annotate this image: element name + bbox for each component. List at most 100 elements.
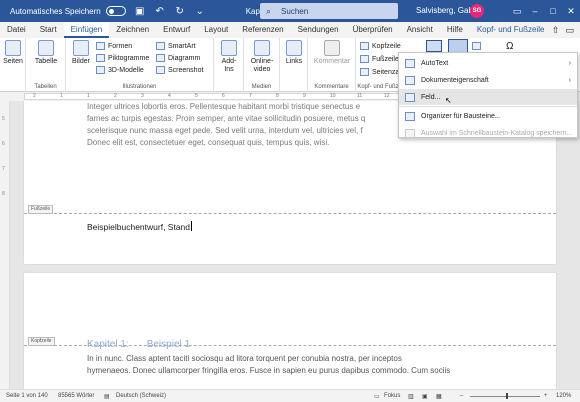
ribbon-tabs: Datei Start Einfügen Zeichnen Entwurf Layout R…	[0, 22, 580, 38]
ruler-number: 8	[2, 191, 5, 197]
zoom-slider[interactable]	[470, 396, 540, 397]
menu-item-label: Dokumenteigenschaft	[421, 76, 489, 84]
proofing-icon[interactable]: ▤	[104, 393, 110, 400]
menu-item-4[interactable]: Organizer für Bausteine...	[399, 108, 577, 124]
tab-referenzen[interactable]: Referenzen	[235, 22, 290, 38]
screenshot-button[interactable]: Screenshot	[156, 65, 203, 75]
search-icon: ⌕	[266, 5, 272, 16]
zoom-slider-thumb[interactable]	[506, 393, 508, 399]
bilder-button[interactable]: Bilder	[70, 40, 92, 66]
focus-icon[interactable]: ▭	[374, 393, 380, 400]
formen-button[interactable]: Formen	[96, 41, 132, 51]
addins-button[interactable]: Add-Ins	[218, 40, 240, 74]
maximize-icon[interactable]: □	[544, 2, 562, 20]
tab-start[interactable]: Start	[33, 22, 64, 38]
minimize-icon[interactable]: –	[526, 2, 544, 20]
menu-item-label: Auswahl im Schnellbaustein-Katalog speic…	[421, 129, 573, 137]
kopfzeile-button[interactable]: Kopfzeile	[360, 41, 401, 51]
menu-separator	[399, 106, 577, 107]
page-2[interactable]: Kopfzeile Kapitel 1: Beispiel 1 In in nun…	[24, 273, 556, 389]
redo-icon[interactable]: ↻	[174, 6, 186, 17]
ruler-number: 4	[168, 93, 171, 99]
customize-qat-icon[interactable]: ⌄	[194, 6, 206, 17]
read-mode-icon[interactable]: ▥	[408, 393, 414, 400]
chevron-right-icon: ›	[568, 59, 571, 67]
group-seiten: Seiten	[0, 38, 26, 92]
tabelle-button[interactable]: Tabelle	[32, 40, 60, 66]
group-illustrationen: Bilder Formen Piktogramme 3D-Modelle Sma…	[66, 38, 214, 92]
wordart-icon[interactable]	[472, 41, 484, 51]
tab-entwurf[interactable]: Entwurf	[156, 22, 197, 38]
tab-hilfe[interactable]: Hilfe	[440, 22, 470, 38]
symbol-icon[interactable]: Ω	[506, 41, 513, 52]
undo-icon[interactable]: ↶	[154, 6, 166, 17]
tab-ansicht[interactable]: Ansicht	[400, 22, 440, 38]
vertical-ruler[interactable]: 5 6 7 8	[0, 101, 10, 389]
text-line[interactable]: In in nunc. Class aptent taciti sociosqu…	[87, 353, 487, 365]
language[interactable]: Deutsch (Schweiz)	[116, 393, 166, 399]
ruler-number: 6	[222, 93, 225, 99]
schnellbausteine-menu: AutoText › Dokumenteigenschaft › Feld... Orga…	[398, 52, 578, 138]
zoom-in-icon[interactable]: +	[544, 393, 548, 399]
tab-kopf-und-fußzeile[interactable]: Kopf- und Fußzeile	[470, 22, 552, 38]
footer-text[interactable]: Beispielbuchentwurf, Stand	[87, 221, 193, 232]
ruler-number: 5	[2, 116, 5, 122]
text-line[interactable]: hymenaeos. Donec ullamcorper fringilla e…	[87, 365, 487, 377]
mouse-pointer-icon: ↖	[445, 96, 452, 105]
focus-label[interactable]: Fokus	[384, 393, 400, 399]
smartart-button[interactable]: SmartArt	[156, 41, 196, 51]
tab-row-icons: ⇧ ▭	[552, 25, 574, 36]
tab-einfügen[interactable]: Einfügen	[63, 22, 110, 38]
menu-item-icon	[405, 75, 415, 85]
ruler-number: 2	[114, 93, 117, 99]
autosave-toggle[interactable]	[105, 6, 126, 16]
textfeld-icon[interactable]	[426, 40, 442, 52]
save-icon[interactable]: ▣	[134, 6, 146, 17]
menu-item-3[interactable]: Feld...	[399, 89, 577, 105]
share-icon[interactable]: ⇧	[552, 25, 560, 36]
tab-datei[interactable]: Datei	[0, 22, 33, 38]
menu-item-5[interactable]: Auswahl im Schnellbaustein-Katalog speic…	[399, 125, 577, 141]
ruler-number: 5	[195, 93, 198, 99]
close-icon[interactable]: ✕	[562, 2, 580, 20]
web-layout-icon[interactable]: ▦	[436, 393, 442, 400]
user-name[interactable]: Salvisberg, Gaby	[416, 6, 477, 15]
tab-zeichnen[interactable]: Zeichnen	[109, 22, 156, 38]
search-box[interactable]: ⌕ Suchen	[260, 3, 398, 19]
menu-item-icon	[405, 92, 415, 102]
piktogramme-button[interactable]: Piktogramme	[96, 53, 149, 63]
menu-item-2[interactable]: Dokumenteigenschaft ›	[399, 72, 577, 88]
kommentar-button[interactable]: Kommentar	[312, 40, 352, 66]
seiten-button[interactable]: Seiten	[3, 40, 23, 66]
avatar[interactable]: SG	[470, 4, 484, 18]
chapter-heading[interactable]: Kapitel 1: Beispiel 1	[87, 339, 208, 350]
group-medien: Online-video Medien	[244, 38, 280, 92]
ribbon-display-icon[interactable]: ▭	[508, 2, 526, 20]
group-kommentare: Kommentar Kommentare	[308, 38, 356, 92]
zoom-level[interactable]: 120%	[556, 393, 571, 399]
comments-icon[interactable]: ▭	[565, 25, 574, 36]
page2-body[interactable]: In in nunc. Class aptent taciti sociosqu…	[87, 353, 487, 377]
word-count[interactable]: 85565 Wörter	[58, 393, 94, 399]
onlinevideo-button[interactable]: Online-video	[248, 40, 276, 74]
3d-modelle-button[interactable]: 3D-Modelle	[96, 65, 144, 75]
menu-item-icon	[405, 111, 415, 121]
links-button[interactable]: Links	[284, 40, 304, 66]
schnellbausteine-icon[interactable]	[448, 39, 468, 53]
fusszeile-button[interactable]: Fußzeile	[360, 54, 399, 64]
diagramm-button[interactable]: Diagramm	[156, 53, 200, 63]
zoom-out-icon[interactable]: –	[460, 393, 463, 399]
page-info[interactable]: Seite 1 von 140	[6, 393, 48, 399]
print-layout-icon[interactable]: ▣	[422, 393, 428, 400]
ruler-number: 2	[33, 93, 36, 99]
tab-sendungen[interactable]: Sendungen	[291, 22, 346, 38]
ruler-number: 8	[276, 93, 279, 99]
menu-item-label: AutoText	[421, 59, 449, 67]
menu-item-1[interactable]: AutoText ›	[399, 55, 577, 71]
tab-überprüfen[interactable]: Überprüfen	[346, 22, 400, 38]
document-area[interactable]: Integer ultrices lobortis eros. Pellente…	[10, 101, 580, 389]
tab-layout[interactable]: Layout	[197, 22, 235, 38]
group-links: Links	[280, 38, 308, 92]
ruler-number: 3	[141, 93, 144, 99]
menu-item-icon	[405, 58, 415, 68]
